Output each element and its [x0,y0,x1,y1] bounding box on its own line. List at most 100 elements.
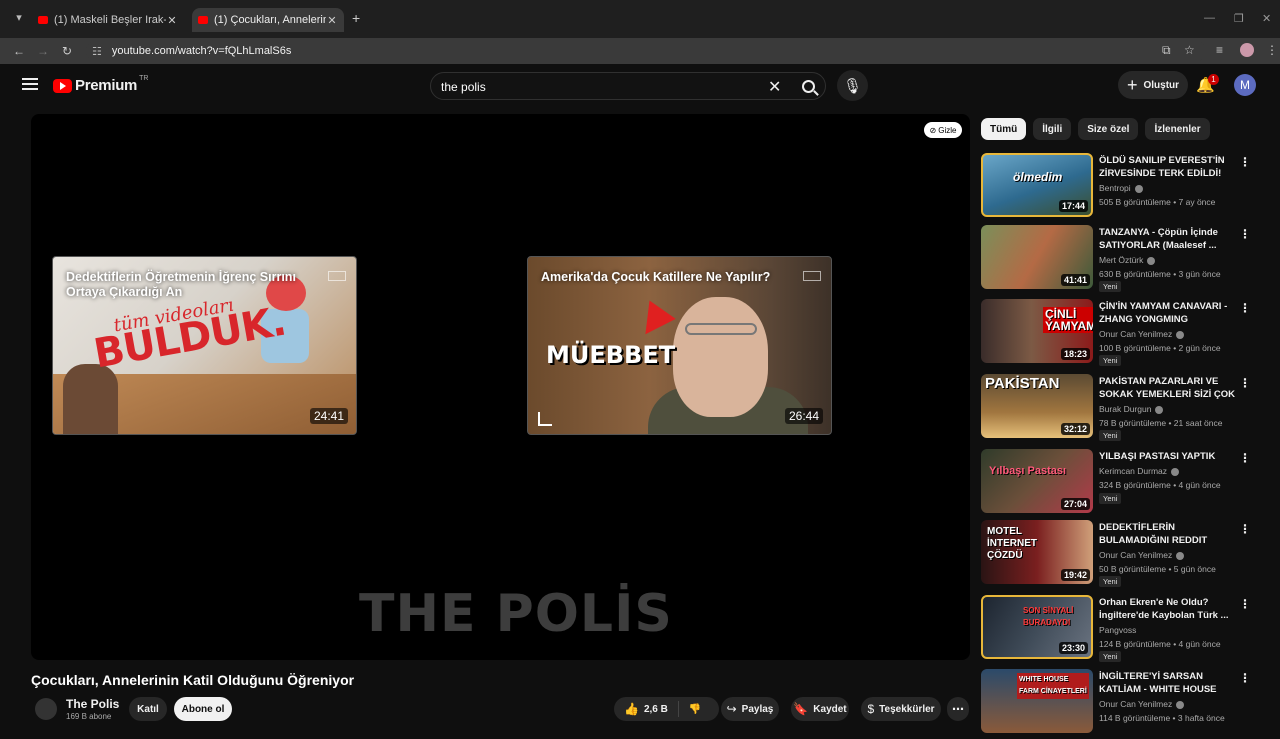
recommendation-item[interactable]: WHITE HOUSE FARM CİNAYETLERİ İNGİLTERE'Y… [981,669,1261,739]
verified-icon [1176,700,1185,709]
thanks-button[interactable]: $ Teşekkürler [861,697,941,721]
chip-all[interactable]: Tümü [981,118,1027,140]
close-window-icon[interactable]: ✕ [1262,12,1271,25]
video-thumbnail[interactable]: PAKİSTAN 32:12 [981,374,1093,438]
channel-name: Pangvoss [1099,625,1137,635]
video-thumbnail[interactable]: ölmedim 17:44 [981,153,1093,217]
thumbnail-caption: ölmedim [1013,170,1063,184]
more-options-icon[interactable]: ⋮ [1239,376,1251,390]
dislike-button[interactable]: 👎 [679,704,711,715]
youtube-premium-logo[interactable]: Premium TR [53,75,148,94]
bookmark-star-icon[interactable]: ☆ [1184,43,1195,57]
join-button[interactable]: Katıl [129,697,167,721]
cast-icon[interactable]: ⧉ [1162,43,1171,58]
search-icon [801,79,815,93]
browser-tab-bar: ▾ (1) Maskeli Beşler Irak-Gece Nö ✕ (1) … [0,0,1280,38]
video-thumbnail[interactable]: 41:41 [981,225,1093,289]
minimize-icon[interactable]: — [1204,12,1215,24]
search-input[interactable]: the polis [441,80,486,94]
more-options-icon[interactable]: ⋮ [1239,301,1251,315]
thumbnail-caption: WHITE HOUSE FARM CİNAYETLERİ [1017,673,1089,699]
back-icon[interactable]: ← [10,42,28,60]
recommendation-item[interactable]: ölmedim 17:44 ÖLDÜ SANILIP EVEREST'İN Zİ… [981,153,1261,223]
thumbnail-caption: MÜEBBET [546,341,676,369]
like-dislike-group: 👍 2,6 B 👎 [614,697,719,721]
new-tab-icon[interactable]: + [352,10,360,26]
reading-list-icon[interactable]: ≡ [1216,43,1223,57]
more-options-icon[interactable]: ⋮ [1239,522,1251,536]
video-thumbnail[interactable]: WHITE HOUSE FARM CİNAYETLERİ [981,669,1093,733]
end-card-video[interactable]: MÜEBBET Amerika'da Çocuk Katillere Ne Ya… [527,256,832,435]
end-card-video[interactable]: tüm videoları BULDUK. Dedektiflerin Öğre… [52,256,357,435]
more-options-icon[interactable]: ⋮ [1239,451,1251,465]
like-button[interactable]: 👍 2,6 B [614,701,679,717]
subscribe-button[interactable]: Abone ol [174,697,232,721]
video-duration: 23:30 [1058,642,1088,654]
share-label: Paylaş [741,703,774,715]
tab-search-icon[interactable]: ▾ [10,11,28,27]
verified-icon [1176,330,1185,339]
save-button[interactable]: 🔖 Kaydet [791,697,849,721]
more-options-icon[interactable]: ⋮ [1239,671,1251,685]
create-button[interactable]: + Oluştur [1118,71,1188,99]
more-options-icon[interactable]: ⋮ [1239,597,1251,611]
video-duration: 32:12 [1060,423,1090,435]
verified-icon [1155,405,1164,414]
video-meta: 100 B görüntüleme • 2 gün önce [1099,343,1221,353]
voice-search-icon[interactable]: 🎙 [837,70,868,101]
site-info-icon[interactable]: ☷ [92,45,102,58]
logo-text: Premium [75,77,138,94]
channel-avatar[interactable] [35,698,57,720]
new-badge: Yeni [1099,281,1122,292]
browser-menu-icon[interactable]: ⋮ [1266,43,1278,57]
video-thumbnail[interactable]: Yılbaşı Pastası 27:04 [981,449,1093,513]
video-title: PAKİSTAN PAZARLARI VE SOKAK YEMEKLERİ Sİ… [1099,376,1235,400]
related-filter-chips: Tümü İlgili Size özel İzlenenler [981,118,1210,142]
more-actions-icon[interactable]: ⋯ [947,697,969,721]
close-tab-icon[interactable]: ✕ [326,14,338,27]
playlist-icon [803,271,821,281]
hide-end-cards-button[interactable]: ⊘ Gizle [924,122,962,138]
more-options-icon[interactable]: ⋮ [1239,227,1251,241]
account-avatar[interactable]: M [1234,74,1256,96]
search-box[interactable]: the polis ✕ [430,72,826,100]
chip-watched[interactable]: İzlenenler [1145,118,1210,140]
recommendation-item[interactable]: PAKİSTAN 32:12 PAKİSTAN PAZARLARI VE SOK… [981,374,1261,444]
chip-related[interactable]: İlgili [1033,118,1072,140]
share-button[interactable]: ↪ Paylaş [721,697,779,721]
video-thumbnail[interactable]: ÇİNLİ YAMYAM 18:23 [981,299,1093,363]
video-player[interactable]: ⊘ Gizle tüm videoları BULDUK. Dedektifle… [31,114,970,660]
channel-name[interactable]: The Polis [66,697,119,711]
profile-avatar[interactable] [1240,43,1254,57]
recommendation-item[interactable]: SON SİNYALİ BURADAYDI 23:30 Orhan Ekren'… [981,595,1261,665]
more-options-icon[interactable]: ⋮ [1239,155,1251,169]
recommendation-item[interactable]: ÇİNLİ YAMYAM 18:23 ÇİN'İN YAMYAM CANAVAR… [981,299,1261,369]
browser-tab-active[interactable]: (1) Çocukları, Annelerinin Katil ✕ [192,8,344,32]
search-button[interactable] [789,72,827,100]
forward-icon[interactable]: → [34,42,52,60]
notification-count-badge: 1 [1208,74,1219,85]
reload-icon[interactable]: ↻ [58,42,76,60]
create-label: Oluştur [1143,79,1180,91]
recommendation-item[interactable]: Yılbaşı Pastası 27:04 YILBAŞI PASTASI YA… [981,449,1261,519]
maximize-icon[interactable]: ❐ [1234,12,1244,25]
menu-icon[interactable] [22,78,38,90]
channel-name: Bentropi [1099,183,1143,193]
video-thumbnail[interactable]: MOTEL İNTERNET ÇÖZDÜ 19:42 [981,520,1093,584]
video-thumbnail[interactable]: SON SİNYALİ BURADAYDI 23:30 [981,595,1093,659]
youtube-play-icon [53,78,72,93]
address-bar[interactable]: ☷ youtube.com/watch?v=fQLhLmalS6s [86,40,1206,62]
channel-name: Onur Can Yenilmez [1099,329,1185,339]
chip-for-you[interactable]: Size özel [1078,118,1139,140]
frame-corner [538,412,552,426]
close-tab-icon[interactable]: ✕ [166,14,178,27]
recommendation-item[interactable]: MOTEL İNTERNET ÇÖZDÜ 19:42 DEDEKTİFLERİN… [981,520,1261,590]
clear-search-icon[interactable]: ✕ [768,77,781,97]
browser-tab[interactable]: (1) Maskeli Beşler Irak-Gece Nö ✕ [32,8,184,32]
video-title: YILBAŞI PASTASI YAPTIK [1099,451,1216,462]
new-badge: Yeni [1099,430,1122,441]
recommendation-item[interactable]: 41:41 TANZANYA - Çöpün İçinde SATIYORLAR… [981,225,1261,295]
new-badge: Yeni [1099,355,1122,366]
video-meta: 505 B görüntüleme • 7 ay önce [1099,197,1216,207]
end-card-title: Dedektiflerin Öğretmenin İğrenç Sırrını … [66,270,296,299]
